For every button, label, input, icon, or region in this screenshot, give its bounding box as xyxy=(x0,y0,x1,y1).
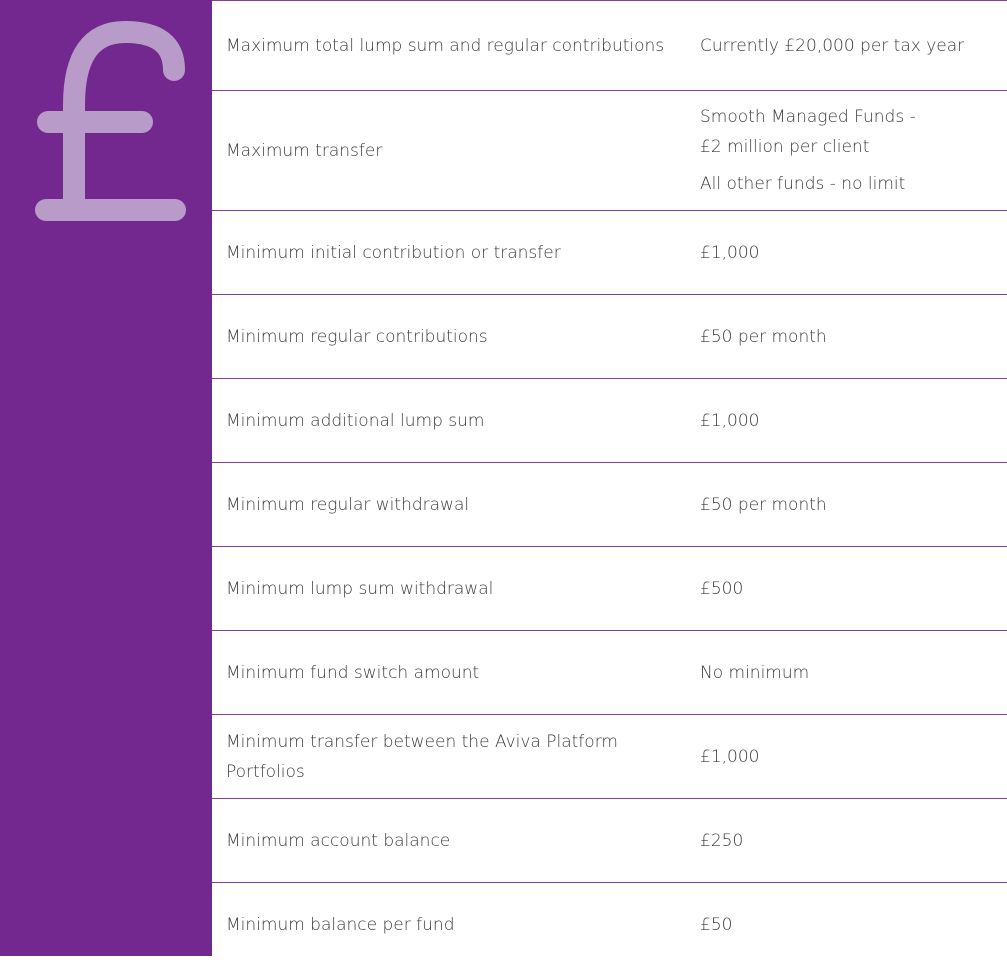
row-label: Minimum initial contribution or transfer xyxy=(226,242,561,263)
value-line: £50 xyxy=(700,914,733,935)
value-line: £1,000 xyxy=(700,746,760,767)
row-label: Minimum lump sum withdrawal xyxy=(226,578,494,599)
row-value: £1,000 xyxy=(700,211,1007,295)
row-label: Minimum transfer between the Aviva Platf… xyxy=(226,731,618,782)
value-line: All other funds - no limit xyxy=(700,174,906,194)
value-line: £1,000 xyxy=(700,242,760,263)
row-label: Maximum transfer xyxy=(226,140,383,161)
table-row: Minimum balance per fund £50 xyxy=(212,883,1007,967)
table-row: Maximum transfer Smooth Managed Funds - … xyxy=(212,91,1007,211)
row-label: Minimum account balance xyxy=(226,830,451,851)
row-value: No minimum xyxy=(700,631,1007,715)
table-row: Minimum lump sum withdrawal £500 xyxy=(212,547,1007,631)
row-label: Minimum regular withdrawal xyxy=(226,494,470,515)
row-value: £1,000 xyxy=(700,715,1007,799)
row-label: Minimum balance per fund xyxy=(226,914,455,935)
value-line: £50 per month xyxy=(700,494,827,515)
row-label: Minimum fund switch amount xyxy=(226,662,480,683)
table-row: Minimum account balance £250 xyxy=(212,799,1007,883)
row-value: Currently £20,000 per tax year xyxy=(700,1,1007,91)
pound-sign-icon xyxy=(35,20,186,221)
row-value: Smooth Managed Funds - £2 million per cl… xyxy=(700,91,1007,211)
row-value: £50 per month xyxy=(700,295,1007,379)
value-line: £50 per month xyxy=(700,326,827,347)
table-row: Minimum regular contributions £50 per mo… xyxy=(212,295,1007,379)
value-line: £2 million per client xyxy=(700,137,870,157)
limits-table: Maximum total lump sum and regular contr… xyxy=(212,0,1007,967)
row-value: £250 xyxy=(700,799,1007,883)
row-label: Minimum regular contributions xyxy=(226,326,488,347)
side-panel xyxy=(0,0,212,956)
row-label: Minimum additional lump sum xyxy=(226,410,485,431)
value-line: £1,000 xyxy=(700,410,760,431)
table-row: Maximum total lump sum and regular contr… xyxy=(212,0,1007,91)
row-value: £500 xyxy=(700,547,1007,631)
value-line: £250 xyxy=(700,830,744,851)
row-label: Maximum total lump sum and regular contr… xyxy=(226,35,665,56)
table-row: Minimum transfer between the Aviva Platf… xyxy=(212,715,1007,799)
row-value: £50 xyxy=(700,883,1007,967)
value-line: £500 xyxy=(700,578,744,599)
table-row: Minimum initial contribution or transfer… xyxy=(212,211,1007,295)
table-row: Minimum regular withdrawal £50 per month xyxy=(212,463,1007,547)
value-line: Smooth Managed Funds - xyxy=(700,107,916,127)
table-row: Minimum additional lump sum £1,000 xyxy=(212,379,1007,463)
value-line: No minimum xyxy=(700,662,810,683)
value-line: Currently £20,000 per tax year xyxy=(700,35,965,56)
row-value: £1,000 xyxy=(700,379,1007,463)
row-value: £50 per month xyxy=(700,463,1007,547)
table-row: Minimum fund switch amount No minimum xyxy=(212,631,1007,715)
